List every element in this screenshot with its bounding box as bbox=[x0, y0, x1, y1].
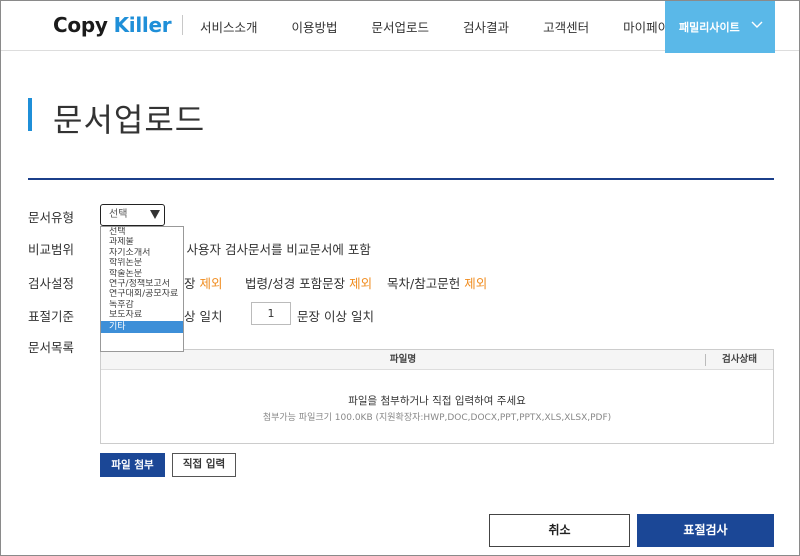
column-check-status: 검사상태 bbox=[722, 354, 757, 365]
doc-type-selected-value: 선택 bbox=[109, 209, 128, 220]
setting-toc-label: 목차/참고문헌 bbox=[387, 276, 461, 291]
criteria-text-1: 상 일치 bbox=[184, 309, 223, 324]
empty-message: 파일을 첨부하거나 직접 입력하여 주세요 bbox=[348, 395, 526, 407]
nav-how-to-use[interactable]: 이용방법 bbox=[292, 17, 338, 36]
family-site-button[interactable]: 패밀리사이트 bbox=[665, 1, 775, 53]
nav-service-intro[interactable]: 서비스소개 bbox=[200, 17, 258, 36]
attach-file-button[interactable]: 파일 첨부 bbox=[100, 453, 165, 477]
criteria-text-2: 문장 이상 일치 bbox=[297, 309, 374, 324]
doc-type-option[interactable]: 자기소개서 bbox=[101, 248, 183, 258]
doc-type-option[interactable]: 보도자료 bbox=[101, 310, 183, 320]
direct-input-button[interactable]: 직접 입력 bbox=[172, 453, 236, 477]
file-table-header: 파일명 검사상태 bbox=[101, 350, 773, 370]
check-settings-label: 검사설정 bbox=[28, 276, 75, 291]
doc-type-select[interactable]: 선택 bbox=[100, 204, 165, 226]
setting-law-exclude[interactable]: 법령/성경 포함문장 제외 bbox=[245, 273, 372, 292]
setting-law-label: 법령/성경 포함문장 bbox=[245, 276, 346, 291]
plagiarism-criteria-label: 표절기준 bbox=[28, 309, 75, 324]
column-filename: 파일명 bbox=[389, 354, 417, 365]
doc-type-option[interactable]: 과제물 bbox=[101, 237, 183, 247]
file-size-info: 첨부가능 파일크기 100.0KB (지원확장자:HWP,DOC,DOCX,PP… bbox=[262, 413, 612, 423]
site-header: Copy Killer 서비스소개 이용방법 문서업로드 검사결과 고객센터 마… bbox=[1, 1, 799, 53]
nav-customer-center[interactable]: 고객센터 bbox=[543, 17, 589, 36]
setting-quote-action: 제외 bbox=[199, 276, 223, 291]
doc-type-dropdown: 선택 과제물 자기소개서 학위논문 학술논문 연구/정책보고서 연구대회/공모자… bbox=[100, 226, 184, 352]
doc-type-option[interactable]: 학위논문 bbox=[101, 258, 183, 268]
sentence-count-input[interactable]: 1 bbox=[251, 302, 291, 325]
page-frame: Copy Killer 서비스소개 이용방법 문서업로드 검사결과 고객센터 마… bbox=[0, 0, 800, 556]
doc-type-option[interactable]: 선택 bbox=[101, 227, 183, 237]
doc-type-option-highlighted[interactable]: 기타 bbox=[101, 320, 183, 333]
doc-type-option[interactable]: 연구대회/공모자료 bbox=[101, 289, 183, 299]
family-site-label: 패밀리사이트 bbox=[679, 21, 740, 34]
page-title: 문서업로드 bbox=[53, 101, 206, 139]
triangle-down-icon bbox=[150, 210, 160, 219]
chevron-down-icon bbox=[751, 21, 763, 28]
nav-document-upload[interactable]: 문서업로드 bbox=[372, 17, 430, 36]
doc-type-option[interactable]: 학술논문 bbox=[101, 269, 183, 279]
title-divider bbox=[28, 178, 774, 180]
main-nav: 서비스소개 이용방법 문서업로드 검사결과 고객센터 마이페이지 bbox=[200, 1, 715, 51]
doc-type-option[interactable]: 연구/정책보고서 bbox=[101, 279, 183, 289]
file-table: 파일명 검사상태 파일을 첨부하거나 직접 입력하여 주세요 첨부가능 파일크기… bbox=[100, 349, 774, 444]
setting-toc-action: 제외 bbox=[464, 276, 488, 291]
compare-range-text[interactable]: 트 사용자 검사문서를 비교문서에 포함 bbox=[171, 239, 371, 258]
doc-type-label: 문서유형 bbox=[28, 210, 75, 225]
logo-divider bbox=[182, 15, 183, 35]
setting-quote-exclude[interactable]: 장 제외 bbox=[184, 273, 223, 292]
title-accent-bar bbox=[28, 98, 32, 131]
cancel-button[interactable]: 취소 bbox=[489, 514, 630, 547]
logo-killer: Killer bbox=[113, 13, 172, 37]
compare-range-label: 비교범위 bbox=[28, 242, 75, 257]
doc-type-option[interactable]: 독후감 bbox=[101, 300, 183, 310]
nav-check-results[interactable]: 검사결과 bbox=[463, 17, 509, 36]
plagiarism-check-button[interactable]: 표절검사 bbox=[637, 514, 774, 547]
doc-list-label: 문서목록 bbox=[28, 340, 75, 355]
setting-quote-label: 장 bbox=[184, 276, 196, 291]
copykiller-logo[interactable]: Copy Killer bbox=[53, 11, 172, 39]
setting-law-action: 제외 bbox=[349, 276, 373, 291]
logo-copy: Copy bbox=[53, 13, 108, 37]
setting-toc-exclude[interactable]: 목차/참고문헌 제외 bbox=[387, 273, 487, 292]
